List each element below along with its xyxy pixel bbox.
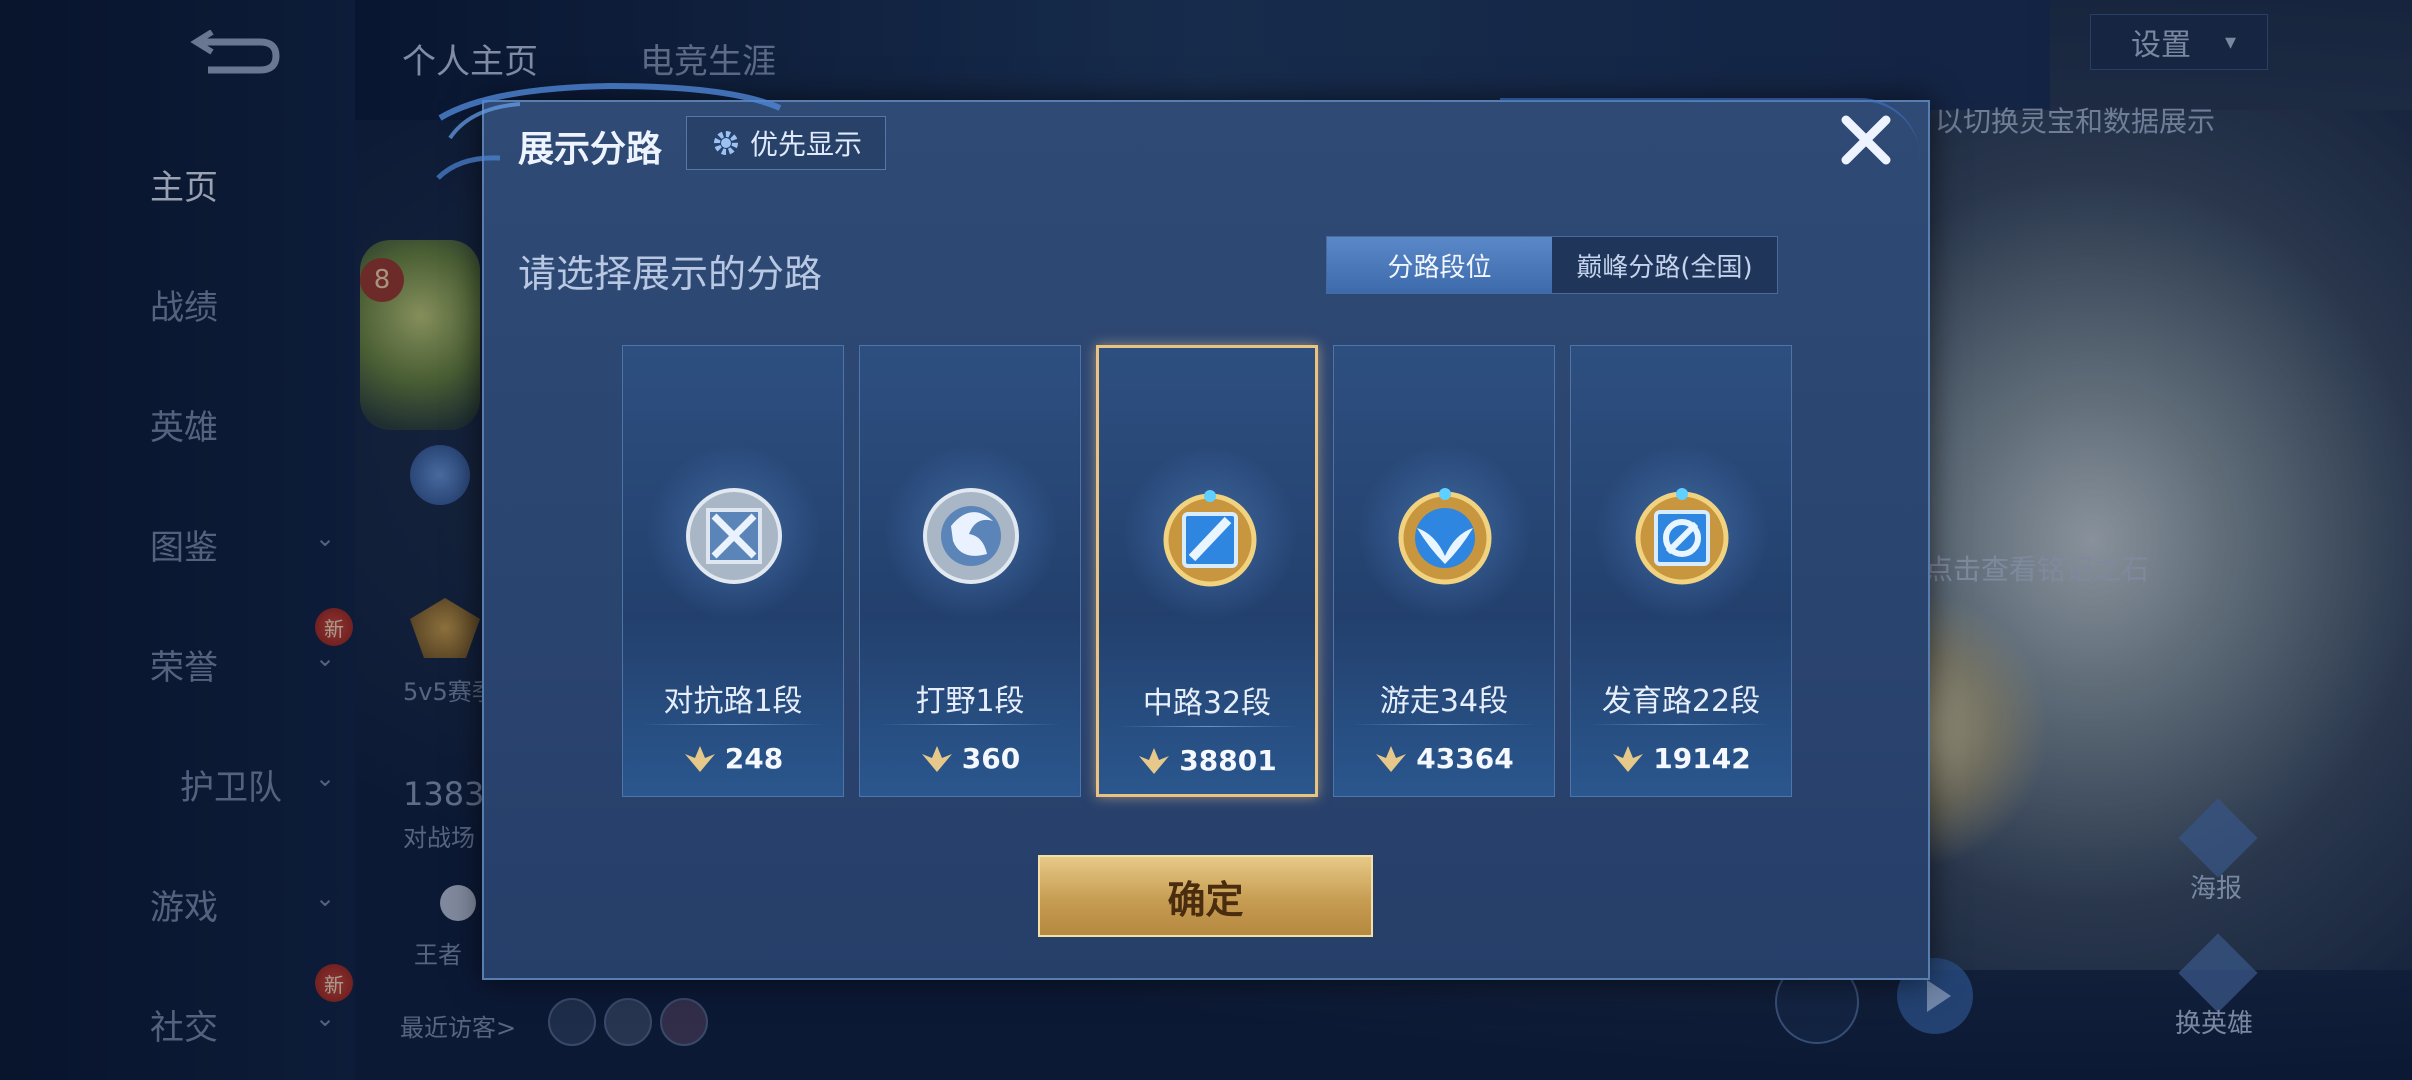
- power-icon: [1376, 745, 1407, 772]
- lane-score: 248: [623, 742, 843, 775]
- lane-score: 360: [860, 742, 1080, 775]
- divider: [1352, 724, 1536, 725]
- divider: [641, 724, 825, 725]
- lane-card-roam[interactable]: 游走34段 43364: [1333, 345, 1555, 797]
- mid-lane-emblem-icon: [1163, 490, 1257, 587]
- power-icon: [921, 745, 952, 772]
- lane-card-farm[interactable]: 发育路22段 19142: [1570, 345, 1792, 797]
- roam-emblem-icon: [1398, 488, 1492, 585]
- lane-label: 打野1段: [915, 684, 1025, 719]
- lane-label: 游走34段: [1379, 684, 1509, 719]
- modal-subtitle: 请选择展示的分路: [518, 252, 823, 296]
- lane-card-jungle[interactable]: 打野1段 360: [859, 345, 1081, 797]
- gear-icon: [713, 131, 738, 155]
- priority-display-button[interactable]: 优先显示: [686, 116, 886, 170]
- lane-card-clash[interactable]: 对抗路1段 248: [622, 345, 844, 797]
- lane-score: 19142: [1571, 742, 1791, 775]
- modal-title: 展示分路: [518, 129, 663, 170]
- divider: [878, 724, 1062, 725]
- tab-peak-lane-national[interactable]: 巅峰分路(全国): [1552, 237, 1777, 293]
- divider: [1589, 724, 1773, 725]
- clash-lane-emblem-icon: [686, 488, 782, 584]
- modal-corner-ornament: [1500, 98, 1920, 201]
- lane-label: 对抗路1段: [663, 684, 803, 719]
- confirm-button[interactable]: 确定: [1038, 855, 1373, 937]
- power-icon: [1613, 745, 1644, 772]
- lane-score: 38801: [1099, 744, 1315, 777]
- power-icon: [1139, 747, 1170, 774]
- lane-label: 中路32段: [1142, 686, 1272, 721]
- farm-lane-emblem-icon: [1635, 488, 1729, 585]
- lane-score: 43364: [1334, 742, 1554, 775]
- power-icon: [684, 745, 715, 772]
- lane-mode-toggle: 分路段位 巅峰分路(全国): [1326, 236, 1778, 294]
- lane-label: 发育路22段: [1601, 684, 1761, 719]
- divider: [1117, 726, 1297, 727]
- jungle-emblem-icon: [923, 488, 1019, 584]
- tab-lane-rank[interactable]: 分路段位: [1327, 237, 1552, 293]
- lane-card-mid[interactable]: 中路32段 38801: [1096, 345, 1318, 797]
